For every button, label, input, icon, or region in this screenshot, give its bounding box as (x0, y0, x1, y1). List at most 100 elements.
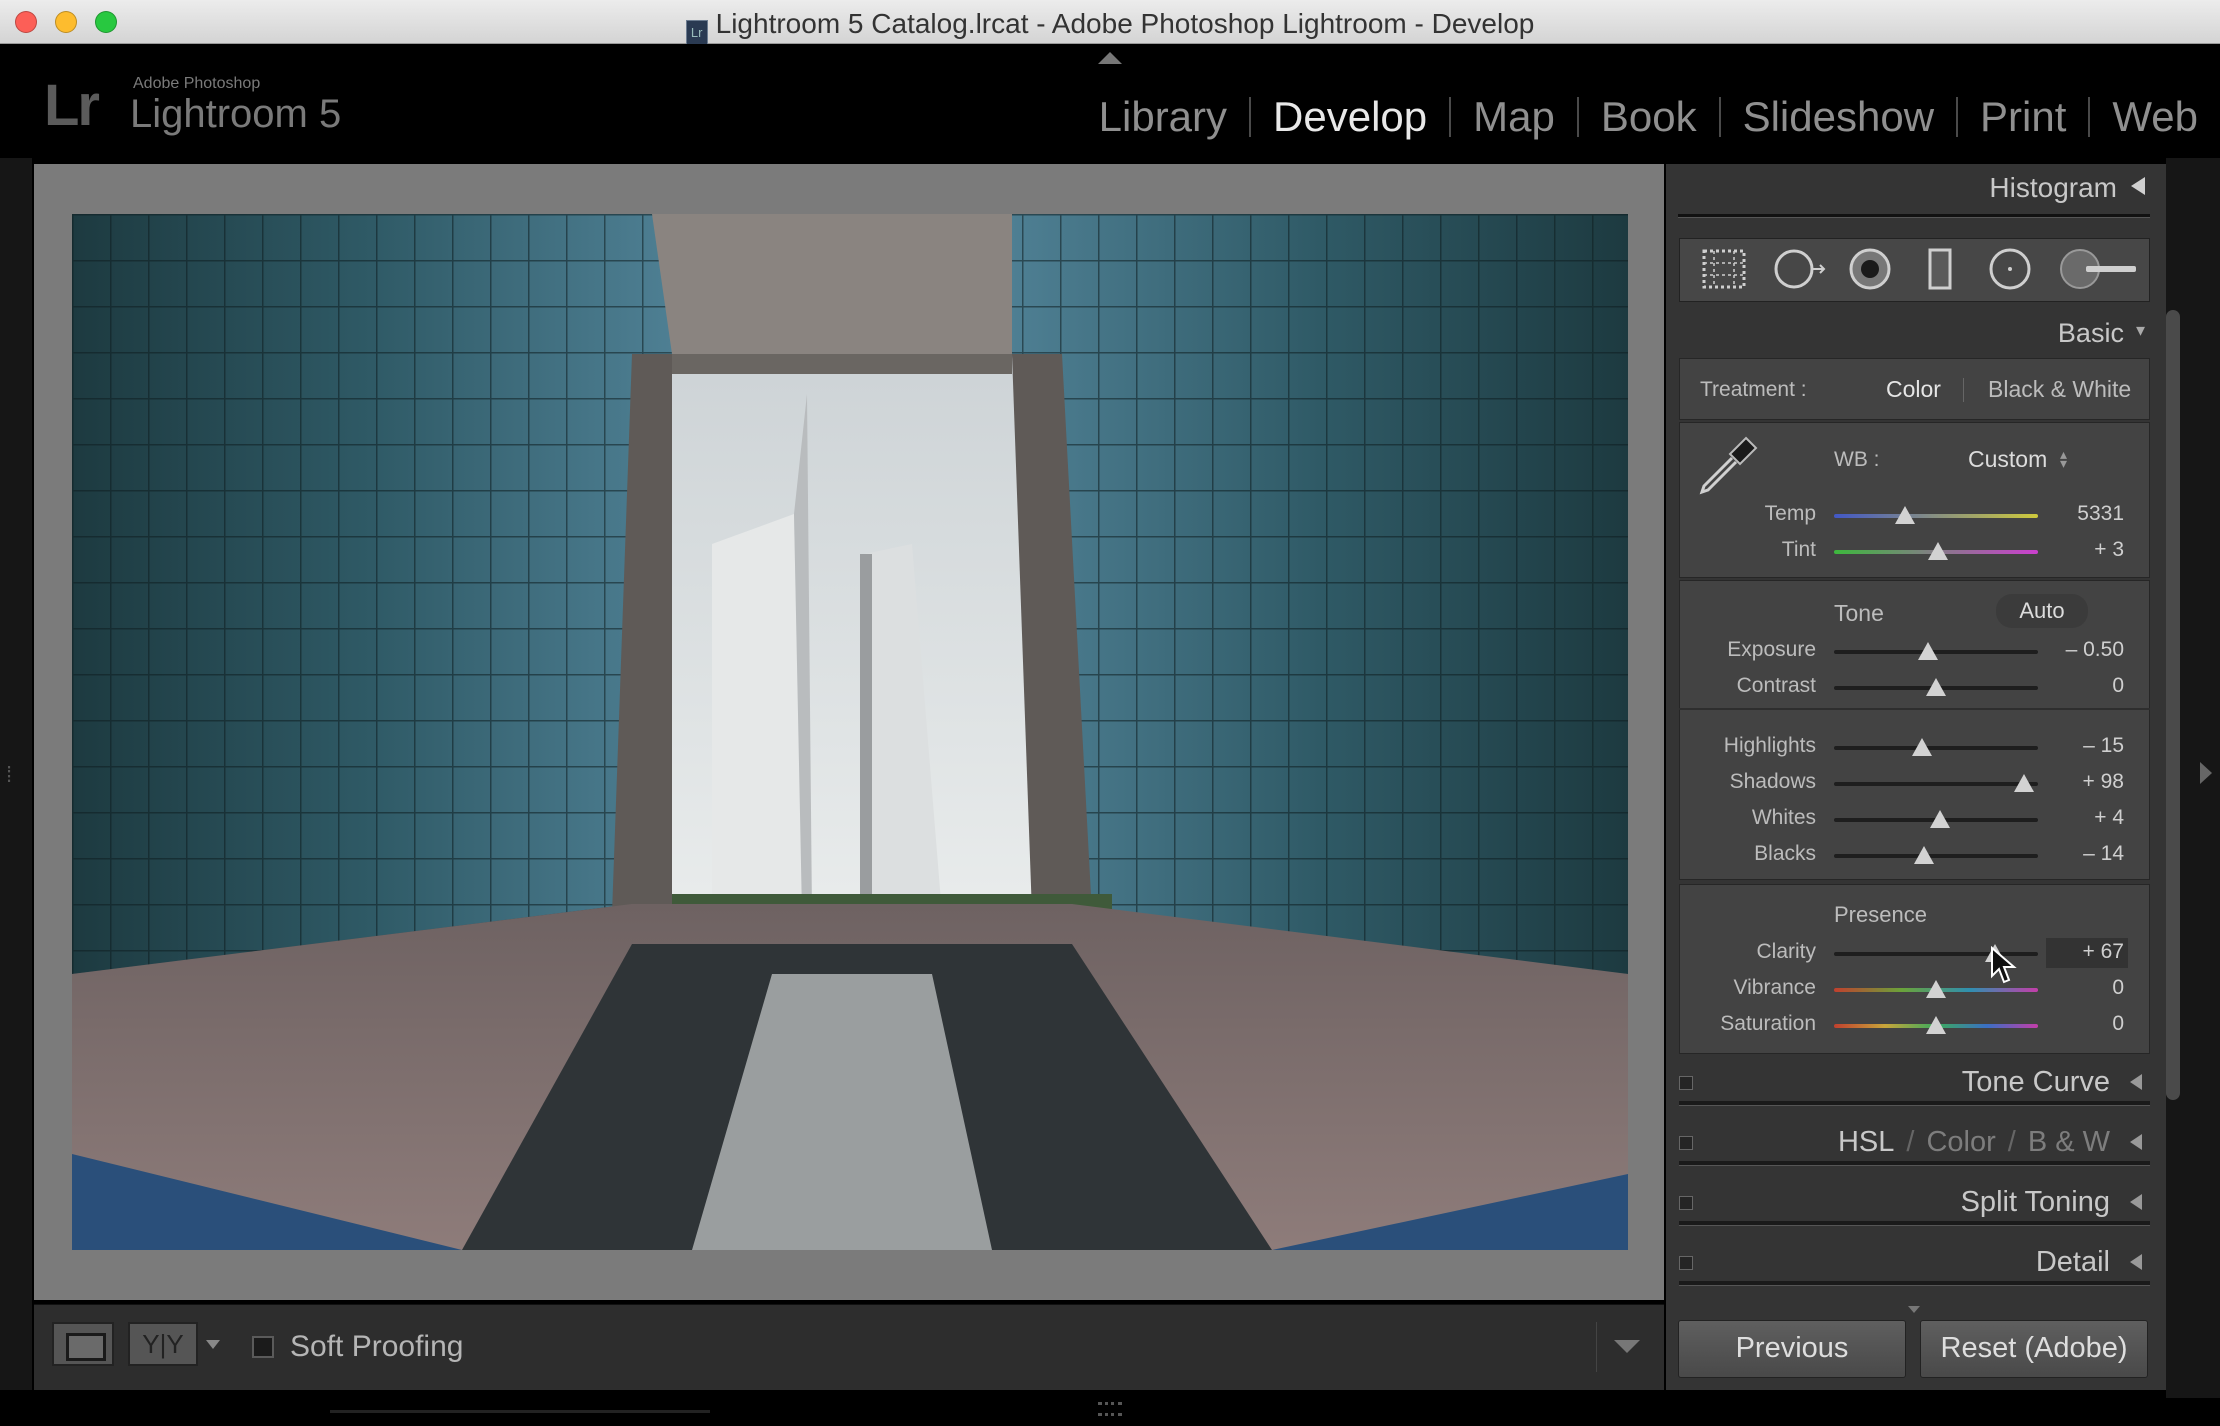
hsl-separator: / (1906, 1126, 1915, 1158)
tone-curve-panel-header[interactable]: Tone Curve (1679, 1060, 2150, 1106)
tone-divider (1679, 708, 2150, 710)
saturation-value[interactable]: 0 (2044, 1012, 2124, 1036)
histogram-header[interactable]: Histogram (1989, 172, 2145, 204)
wb-eyedropper-icon[interactable] (1696, 432, 1762, 498)
wb-label: WB : (1834, 448, 1880, 471)
panel-toggle-switch[interactable] (1679, 1076, 1693, 1090)
blacks-label: Blacks (1754, 842, 1816, 865)
spot-removal-icon[interactable] (1772, 247, 1830, 291)
panel-divider (1679, 1101, 2150, 1106)
saturation-label: Saturation (1720, 1012, 1816, 1035)
module-map[interactable]: Map (1451, 92, 1577, 142)
panel-divider (1678, 214, 2150, 218)
vibrance-slider-thumb[interactable] (1926, 980, 1946, 998)
adjustment-brush-icon[interactable] (2056, 247, 2138, 291)
vibrance-value[interactable]: 0 (2044, 976, 2124, 1000)
previous-button[interactable]: Previous (1678, 1320, 1906, 1378)
tint-slider-thumb[interactable] (1928, 542, 1949, 560)
whites-slider-thumb[interactable] (1930, 810, 1951, 828)
photo-image (72, 214, 1628, 1250)
module-develop[interactable]: Develop (1251, 92, 1449, 142)
basic-collapse-icon[interactable]: ▾ (2136, 320, 2145, 341)
blacks-slider[interactable] (1834, 854, 2038, 858)
module-picker: Library Develop Map Book Slideshow Print… (1077, 92, 2220, 142)
filmstrip-grip-icon[interactable] (1098, 1402, 1122, 1416)
loupe-view-button[interactable] (52, 1322, 114, 1366)
panel-toggle-switch[interactable] (1679, 1136, 1693, 1150)
blacks-value[interactable]: – 14 (2044, 842, 2124, 866)
crop-overlay-icon[interactable] (1700, 247, 1748, 291)
mouse-cursor-icon (1991, 946, 2017, 984)
temp-slider[interactable] (1834, 514, 2038, 518)
temp-label: Temp (1764, 502, 1816, 525)
panel-toggle-switch[interactable] (1679, 1256, 1693, 1270)
before-after-view-button[interactable]: Y|Y (128, 1322, 198, 1366)
panel-scroll-down-icon[interactable] (1908, 1306, 1920, 1313)
expand-panel-icon[interactable] (2130, 1254, 2142, 1270)
temp-slider-thumb[interactable] (1895, 506, 1916, 524)
panel-divider (1679, 1281, 2150, 1286)
expand-left-panel-icon[interactable]: ⁞ (6, 762, 12, 788)
panel-toggle-switch[interactable] (1679, 1196, 1693, 1210)
tint-value[interactable]: + 3 (2044, 538, 2124, 562)
exposure-slider-thumb[interactable] (1917, 642, 1938, 660)
reset-button[interactable]: Reset (Adobe) (1920, 1320, 2148, 1378)
clarity-value[interactable]: + 67 (2044, 940, 2124, 964)
tone-auto-button[interactable]: Auto (1996, 594, 2088, 628)
contrast-value[interactable]: 0 (2044, 674, 2124, 698)
expand-panel-icon[interactable] (2130, 1194, 2142, 1210)
saturation-slider-thumb[interactable] (1926, 1016, 1946, 1034)
wb-select[interactable]: Custom (1968, 446, 2047, 473)
shadows-slider-thumb[interactable] (2013, 774, 2034, 792)
treatment-divider (1963, 378, 1964, 402)
split-toning-title: Split Toning (1960, 1186, 2110, 1218)
brand-product: Lightroom 5 (130, 92, 342, 136)
detail-panel-header[interactable]: Detail (1679, 1240, 2150, 1286)
basic-header[interactable]: Basic ▾ (2058, 318, 2145, 349)
shadows-value[interactable]: + 98 (2044, 770, 2124, 794)
whites-value[interactable]: + 4 (2044, 806, 2124, 830)
shadows-label: Shadows (1729, 770, 1816, 793)
vibrance-label: Vibrance (1733, 976, 1816, 999)
treatment-color-option[interactable]: Color (1886, 376, 1941, 403)
contrast-slider-thumb[interactable] (1926, 678, 1946, 696)
exposure-value[interactable]: – 0.50 (2044, 638, 2124, 662)
toolbar-content-menu-icon[interactable] (1614, 1340, 1640, 1353)
contrast-label: Contrast (1736, 674, 1816, 697)
presence-label: Presence (1834, 902, 1927, 927)
histogram-expand-icon[interactable] (2131, 177, 2145, 195)
lightroom-logo: Lr (44, 73, 100, 138)
expand-panel-icon[interactable] (2130, 1134, 2142, 1150)
before-after-dropdown-icon[interactable] (206, 1340, 220, 1349)
module-web[interactable]: Web (2090, 92, 2220, 142)
collapse-right-panel-icon[interactable] (2200, 762, 2212, 784)
module-book[interactable]: Book (1579, 92, 1719, 142)
highlights-slider-thumb[interactable] (1911, 738, 1932, 756)
soft-proofing-checkbox[interactable] (252, 1336, 274, 1358)
bw-tab[interactable]: B & W (2028, 1126, 2110, 1158)
red-eye-icon[interactable] (1846, 247, 1894, 291)
hsl-tab[interactable]: HSL (1838, 1126, 1894, 1158)
highlights-slider[interactable] (1834, 746, 2038, 750)
temp-value[interactable]: 5331 (2044, 502, 2124, 526)
module-print[interactable]: Print (1958, 92, 2088, 142)
color-tab[interactable]: Color (1926, 1126, 1995, 1158)
module-slideshow[interactable]: Slideshow (1721, 92, 1956, 142)
shadows-slider[interactable] (1834, 782, 2038, 786)
blacks-slider-thumb[interactable] (1913, 846, 1934, 864)
module-library[interactable]: Library (1077, 92, 1249, 142)
highlights-value[interactable]: – 15 (2044, 734, 2124, 758)
photo-preview[interactable] (72, 214, 1628, 1250)
hsl-panel-header[interactable]: HSL / Color / B & W (1679, 1120, 2150, 1166)
split-toning-panel-header[interactable]: Split Toning (1679, 1180, 2150, 1226)
wb-select-arrows-icon[interactable]: ▴ ▾ (2060, 447, 2067, 470)
panel-divider (1679, 1221, 2150, 1226)
right-panel-scrollbar[interactable] (2166, 310, 2180, 1100)
treatment-bw-option[interactable]: Black & White (1988, 376, 2131, 403)
clarity-label: Clarity (1756, 940, 1816, 963)
graduated-filter-icon[interactable] (1916, 247, 1964, 291)
whites-label: Whites (1751, 806, 1816, 829)
collapse-top-panel-icon[interactable] (1098, 52, 1122, 64)
radial-filter-icon[interactable] (1986, 247, 2034, 291)
expand-panel-icon[interactable] (2130, 1074, 2142, 1090)
